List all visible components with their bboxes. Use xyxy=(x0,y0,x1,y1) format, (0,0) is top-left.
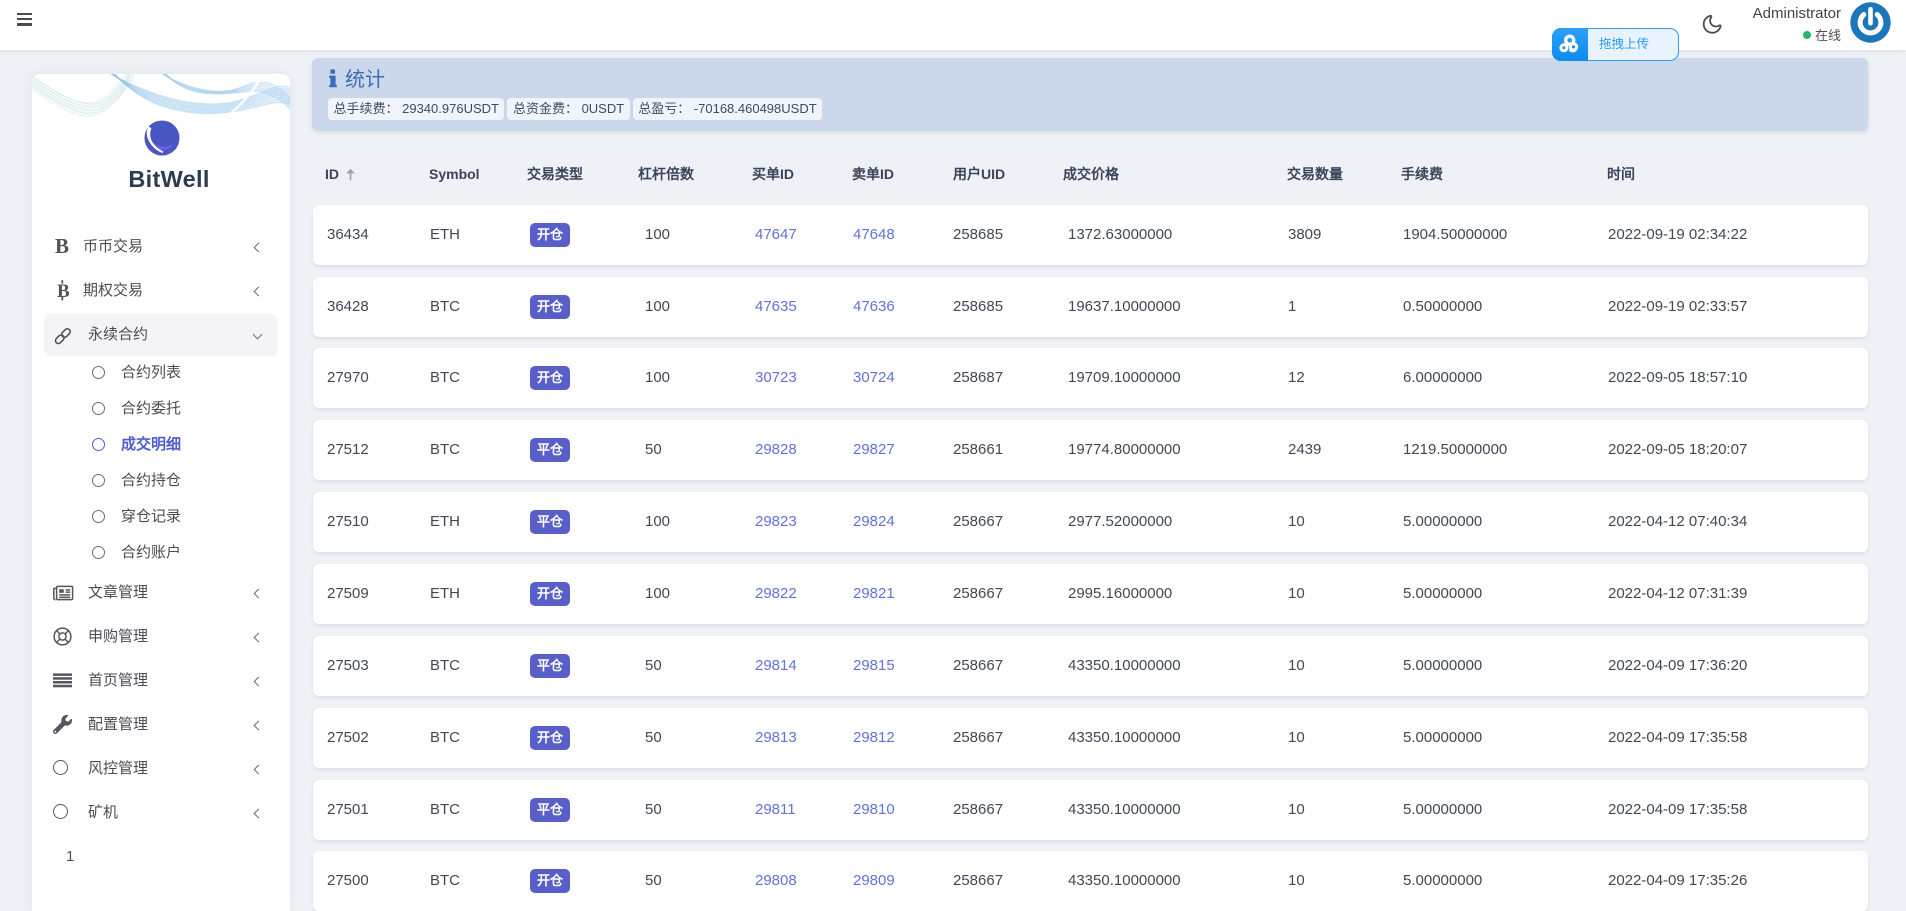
svg-text:B: B xyxy=(57,281,70,301)
